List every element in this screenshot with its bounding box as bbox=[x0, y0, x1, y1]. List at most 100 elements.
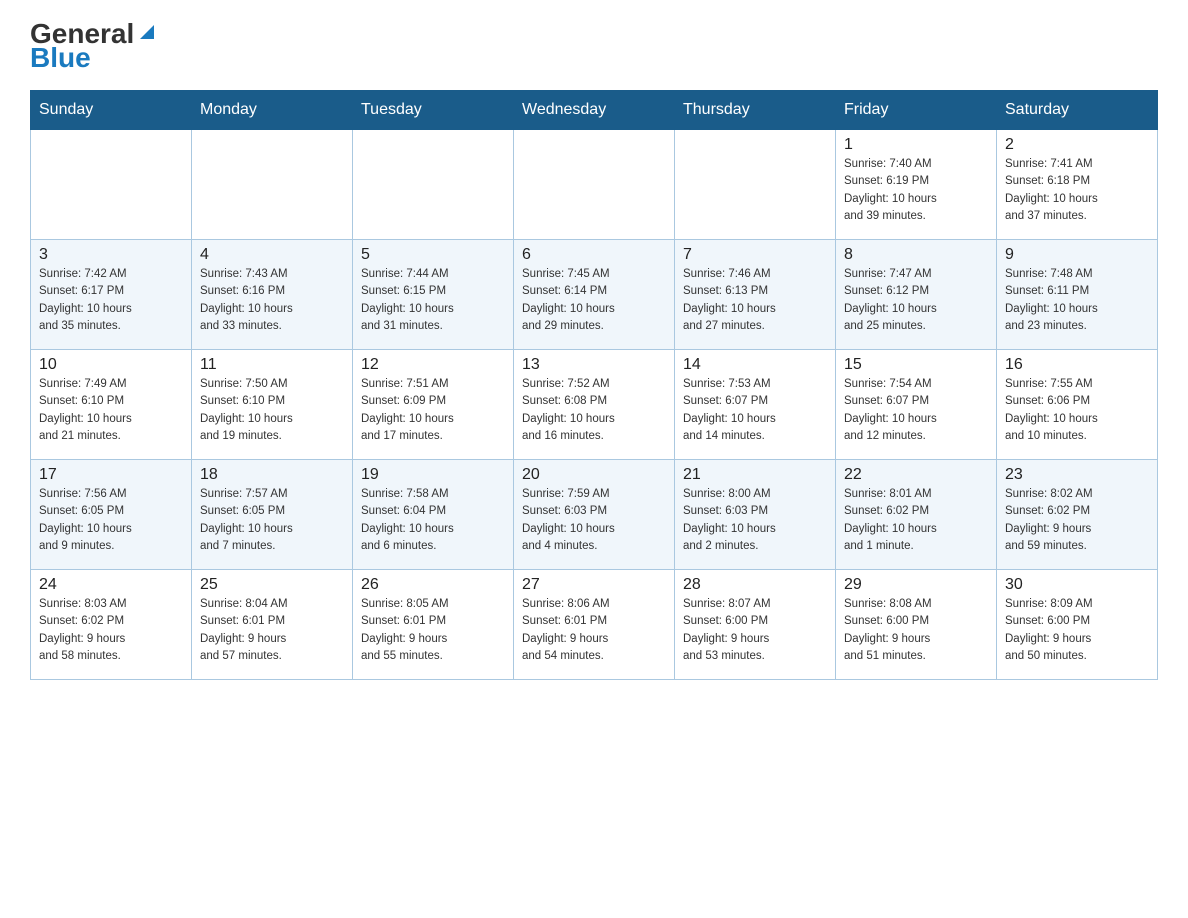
column-header-tuesday: Tuesday bbox=[353, 91, 514, 130]
day-info: Sunrise: 7:51 AM Sunset: 6:09 PM Dayligh… bbox=[361, 376, 505, 445]
day-number: 13 bbox=[522, 356, 666, 374]
day-info: Sunrise: 8:07 AM Sunset: 6:00 PM Dayligh… bbox=[683, 596, 827, 665]
day-info: Sunrise: 7:40 AM Sunset: 6:19 PM Dayligh… bbox=[844, 156, 988, 225]
day-info: Sunrise: 7:53 AM Sunset: 6:07 PM Dayligh… bbox=[683, 376, 827, 445]
day-info: Sunrise: 8:08 AM Sunset: 6:00 PM Dayligh… bbox=[844, 596, 988, 665]
day-info: Sunrise: 7:49 AM Sunset: 6:10 PM Dayligh… bbox=[39, 376, 183, 445]
day-number: 30 bbox=[1005, 576, 1149, 594]
column-header-saturday: Saturday bbox=[997, 91, 1158, 130]
day-number: 6 bbox=[522, 246, 666, 264]
day-info: Sunrise: 7:56 AM Sunset: 6:05 PM Dayligh… bbox=[39, 486, 183, 555]
day-number: 8 bbox=[844, 246, 988, 264]
day-info: Sunrise: 7:41 AM Sunset: 6:18 PM Dayligh… bbox=[1005, 156, 1149, 225]
logo-blue-text: Blue bbox=[30, 42, 91, 73]
calendar-cell: 20 Sunrise: 7:59 AM Sunset: 6:03 PM Dayli… bbox=[514, 460, 675, 570]
calendar-cell bbox=[675, 130, 836, 240]
day-info: Sunrise: 7:48 AM Sunset: 6:11 PM Dayligh… bbox=[1005, 266, 1149, 335]
day-number: 17 bbox=[39, 466, 183, 484]
calendar-cell bbox=[353, 130, 514, 240]
column-header-thursday: Thursday bbox=[675, 91, 836, 130]
column-header-sunday: Sunday bbox=[31, 91, 192, 130]
day-info: Sunrise: 7:50 AM Sunset: 6:10 PM Dayligh… bbox=[200, 376, 344, 445]
day-number: 27 bbox=[522, 576, 666, 594]
day-number: 11 bbox=[200, 356, 344, 374]
day-number: 20 bbox=[522, 466, 666, 484]
day-info: Sunrise: 8:02 AM Sunset: 6:02 PM Dayligh… bbox=[1005, 486, 1149, 555]
day-info: Sunrise: 7:42 AM Sunset: 6:17 PM Dayligh… bbox=[39, 266, 183, 335]
day-number: 24 bbox=[39, 576, 183, 594]
day-info: Sunrise: 7:59 AM Sunset: 6:03 PM Dayligh… bbox=[522, 486, 666, 555]
calendar-cell: 18 Sunrise: 7:57 AM Sunset: 6:05 PM Dayli… bbox=[192, 460, 353, 570]
day-info: Sunrise: 7:57 AM Sunset: 6:05 PM Dayligh… bbox=[200, 486, 344, 555]
day-info: Sunrise: 7:47 AM Sunset: 6:12 PM Dayligh… bbox=[844, 266, 988, 335]
calendar-cell: 6 Sunrise: 7:45 AM Sunset: 6:14 PM Daylig… bbox=[514, 240, 675, 350]
calendar-cell: 11 Sunrise: 7:50 AM Sunset: 6:10 PM Dayli… bbox=[192, 350, 353, 460]
calendar-cell: 17 Sunrise: 7:56 AM Sunset: 6:05 PM Dayli… bbox=[31, 460, 192, 570]
calendar-cell: 1 Sunrise: 7:40 AM Sunset: 6:19 PM Daylig… bbox=[836, 130, 997, 240]
day-info: Sunrise: 8:06 AM Sunset: 6:01 PM Dayligh… bbox=[522, 596, 666, 665]
calendar-cell bbox=[192, 130, 353, 240]
calendar-cell: 13 Sunrise: 7:52 AM Sunset: 6:08 PM Dayli… bbox=[514, 350, 675, 460]
day-info: Sunrise: 8:03 AM Sunset: 6:02 PM Dayligh… bbox=[39, 596, 183, 665]
calendar-cell: 24 Sunrise: 8:03 AM Sunset: 6:02 PM Dayli… bbox=[31, 570, 192, 680]
calendar-cell: 27 Sunrise: 8:06 AM Sunset: 6:01 PM Dayli… bbox=[514, 570, 675, 680]
day-info: Sunrise: 7:55 AM Sunset: 6:06 PM Dayligh… bbox=[1005, 376, 1149, 445]
calendar-cell: 8 Sunrise: 7:47 AM Sunset: 6:12 PM Daylig… bbox=[836, 240, 997, 350]
calendar-cell bbox=[31, 130, 192, 240]
day-number: 1 bbox=[844, 136, 988, 154]
calendar-cell: 23 Sunrise: 8:02 AM Sunset: 6:02 PM Dayli… bbox=[997, 460, 1158, 570]
day-number: 4 bbox=[200, 246, 344, 264]
day-info: Sunrise: 8:05 AM Sunset: 6:01 PM Dayligh… bbox=[361, 596, 505, 665]
calendar-week-row: 10 Sunrise: 7:49 AM Sunset: 6:10 PM Dayli… bbox=[31, 350, 1158, 460]
day-info: Sunrise: 7:45 AM Sunset: 6:14 PM Dayligh… bbox=[522, 266, 666, 335]
calendar-cell bbox=[514, 130, 675, 240]
day-info: Sunrise: 7:46 AM Sunset: 6:13 PM Dayligh… bbox=[683, 266, 827, 335]
logo-triangle-icon bbox=[136, 21, 158, 43]
day-info: Sunrise: 7:52 AM Sunset: 6:08 PM Dayligh… bbox=[522, 376, 666, 445]
day-number: 18 bbox=[200, 466, 344, 484]
day-info: Sunrise: 8:00 AM Sunset: 6:03 PM Dayligh… bbox=[683, 486, 827, 555]
day-number: 19 bbox=[361, 466, 505, 484]
day-info: Sunrise: 8:01 AM Sunset: 6:02 PM Dayligh… bbox=[844, 486, 988, 555]
logo: General Blue bbox=[30, 20, 158, 74]
day-number: 23 bbox=[1005, 466, 1149, 484]
day-number: 28 bbox=[683, 576, 827, 594]
calendar-cell: 22 Sunrise: 8:01 AM Sunset: 6:02 PM Dayli… bbox=[836, 460, 997, 570]
calendar-cell: 4 Sunrise: 7:43 AM Sunset: 6:16 PM Daylig… bbox=[192, 240, 353, 350]
day-number: 10 bbox=[39, 356, 183, 374]
day-number: 2 bbox=[1005, 136, 1149, 154]
calendar-week-row: 1 Sunrise: 7:40 AM Sunset: 6:19 PM Daylig… bbox=[31, 130, 1158, 240]
calendar-cell: 29 Sunrise: 8:08 AM Sunset: 6:00 PM Dayli… bbox=[836, 570, 997, 680]
day-number: 26 bbox=[361, 576, 505, 594]
column-header-monday: Monday bbox=[192, 91, 353, 130]
calendar-cell: 15 Sunrise: 7:54 AM Sunset: 6:07 PM Dayli… bbox=[836, 350, 997, 460]
calendar-cell: 2 Sunrise: 7:41 AM Sunset: 6:18 PM Daylig… bbox=[997, 130, 1158, 240]
calendar-table: SundayMondayTuesdayWednesdayThursdayFrid… bbox=[30, 90, 1158, 680]
day-number: 21 bbox=[683, 466, 827, 484]
calendar-week-row: 24 Sunrise: 8:03 AM Sunset: 6:02 PM Dayli… bbox=[31, 570, 1158, 680]
day-number: 25 bbox=[200, 576, 344, 594]
calendar-cell: 9 Sunrise: 7:48 AM Sunset: 6:11 PM Daylig… bbox=[997, 240, 1158, 350]
day-number: 14 bbox=[683, 356, 827, 374]
day-info: Sunrise: 7:43 AM Sunset: 6:16 PM Dayligh… bbox=[200, 266, 344, 335]
day-number: 16 bbox=[1005, 356, 1149, 374]
day-info: Sunrise: 8:09 AM Sunset: 6:00 PM Dayligh… bbox=[1005, 596, 1149, 665]
calendar-cell: 16 Sunrise: 7:55 AM Sunset: 6:06 PM Dayli… bbox=[997, 350, 1158, 460]
day-number: 15 bbox=[844, 356, 988, 374]
day-number: 3 bbox=[39, 246, 183, 264]
day-info: Sunrise: 7:54 AM Sunset: 6:07 PM Dayligh… bbox=[844, 376, 988, 445]
day-info: Sunrise: 8:04 AM Sunset: 6:01 PM Dayligh… bbox=[200, 596, 344, 665]
calendar-cell: 21 Sunrise: 8:00 AM Sunset: 6:03 PM Dayli… bbox=[675, 460, 836, 570]
day-number: 12 bbox=[361, 356, 505, 374]
calendar-cell: 3 Sunrise: 7:42 AM Sunset: 6:17 PM Daylig… bbox=[31, 240, 192, 350]
day-number: 22 bbox=[844, 466, 988, 484]
day-info: Sunrise: 7:58 AM Sunset: 6:04 PM Dayligh… bbox=[361, 486, 505, 555]
column-header-wednesday: Wednesday bbox=[514, 91, 675, 130]
calendar-cell: 25 Sunrise: 8:04 AM Sunset: 6:01 PM Dayli… bbox=[192, 570, 353, 680]
day-number: 7 bbox=[683, 246, 827, 264]
calendar-cell: 12 Sunrise: 7:51 AM Sunset: 6:09 PM Dayli… bbox=[353, 350, 514, 460]
day-number: 29 bbox=[844, 576, 988, 594]
calendar-cell: 14 Sunrise: 7:53 AM Sunset: 6:07 PM Dayli… bbox=[675, 350, 836, 460]
day-number: 5 bbox=[361, 246, 505, 264]
day-number: 9 bbox=[1005, 246, 1149, 264]
